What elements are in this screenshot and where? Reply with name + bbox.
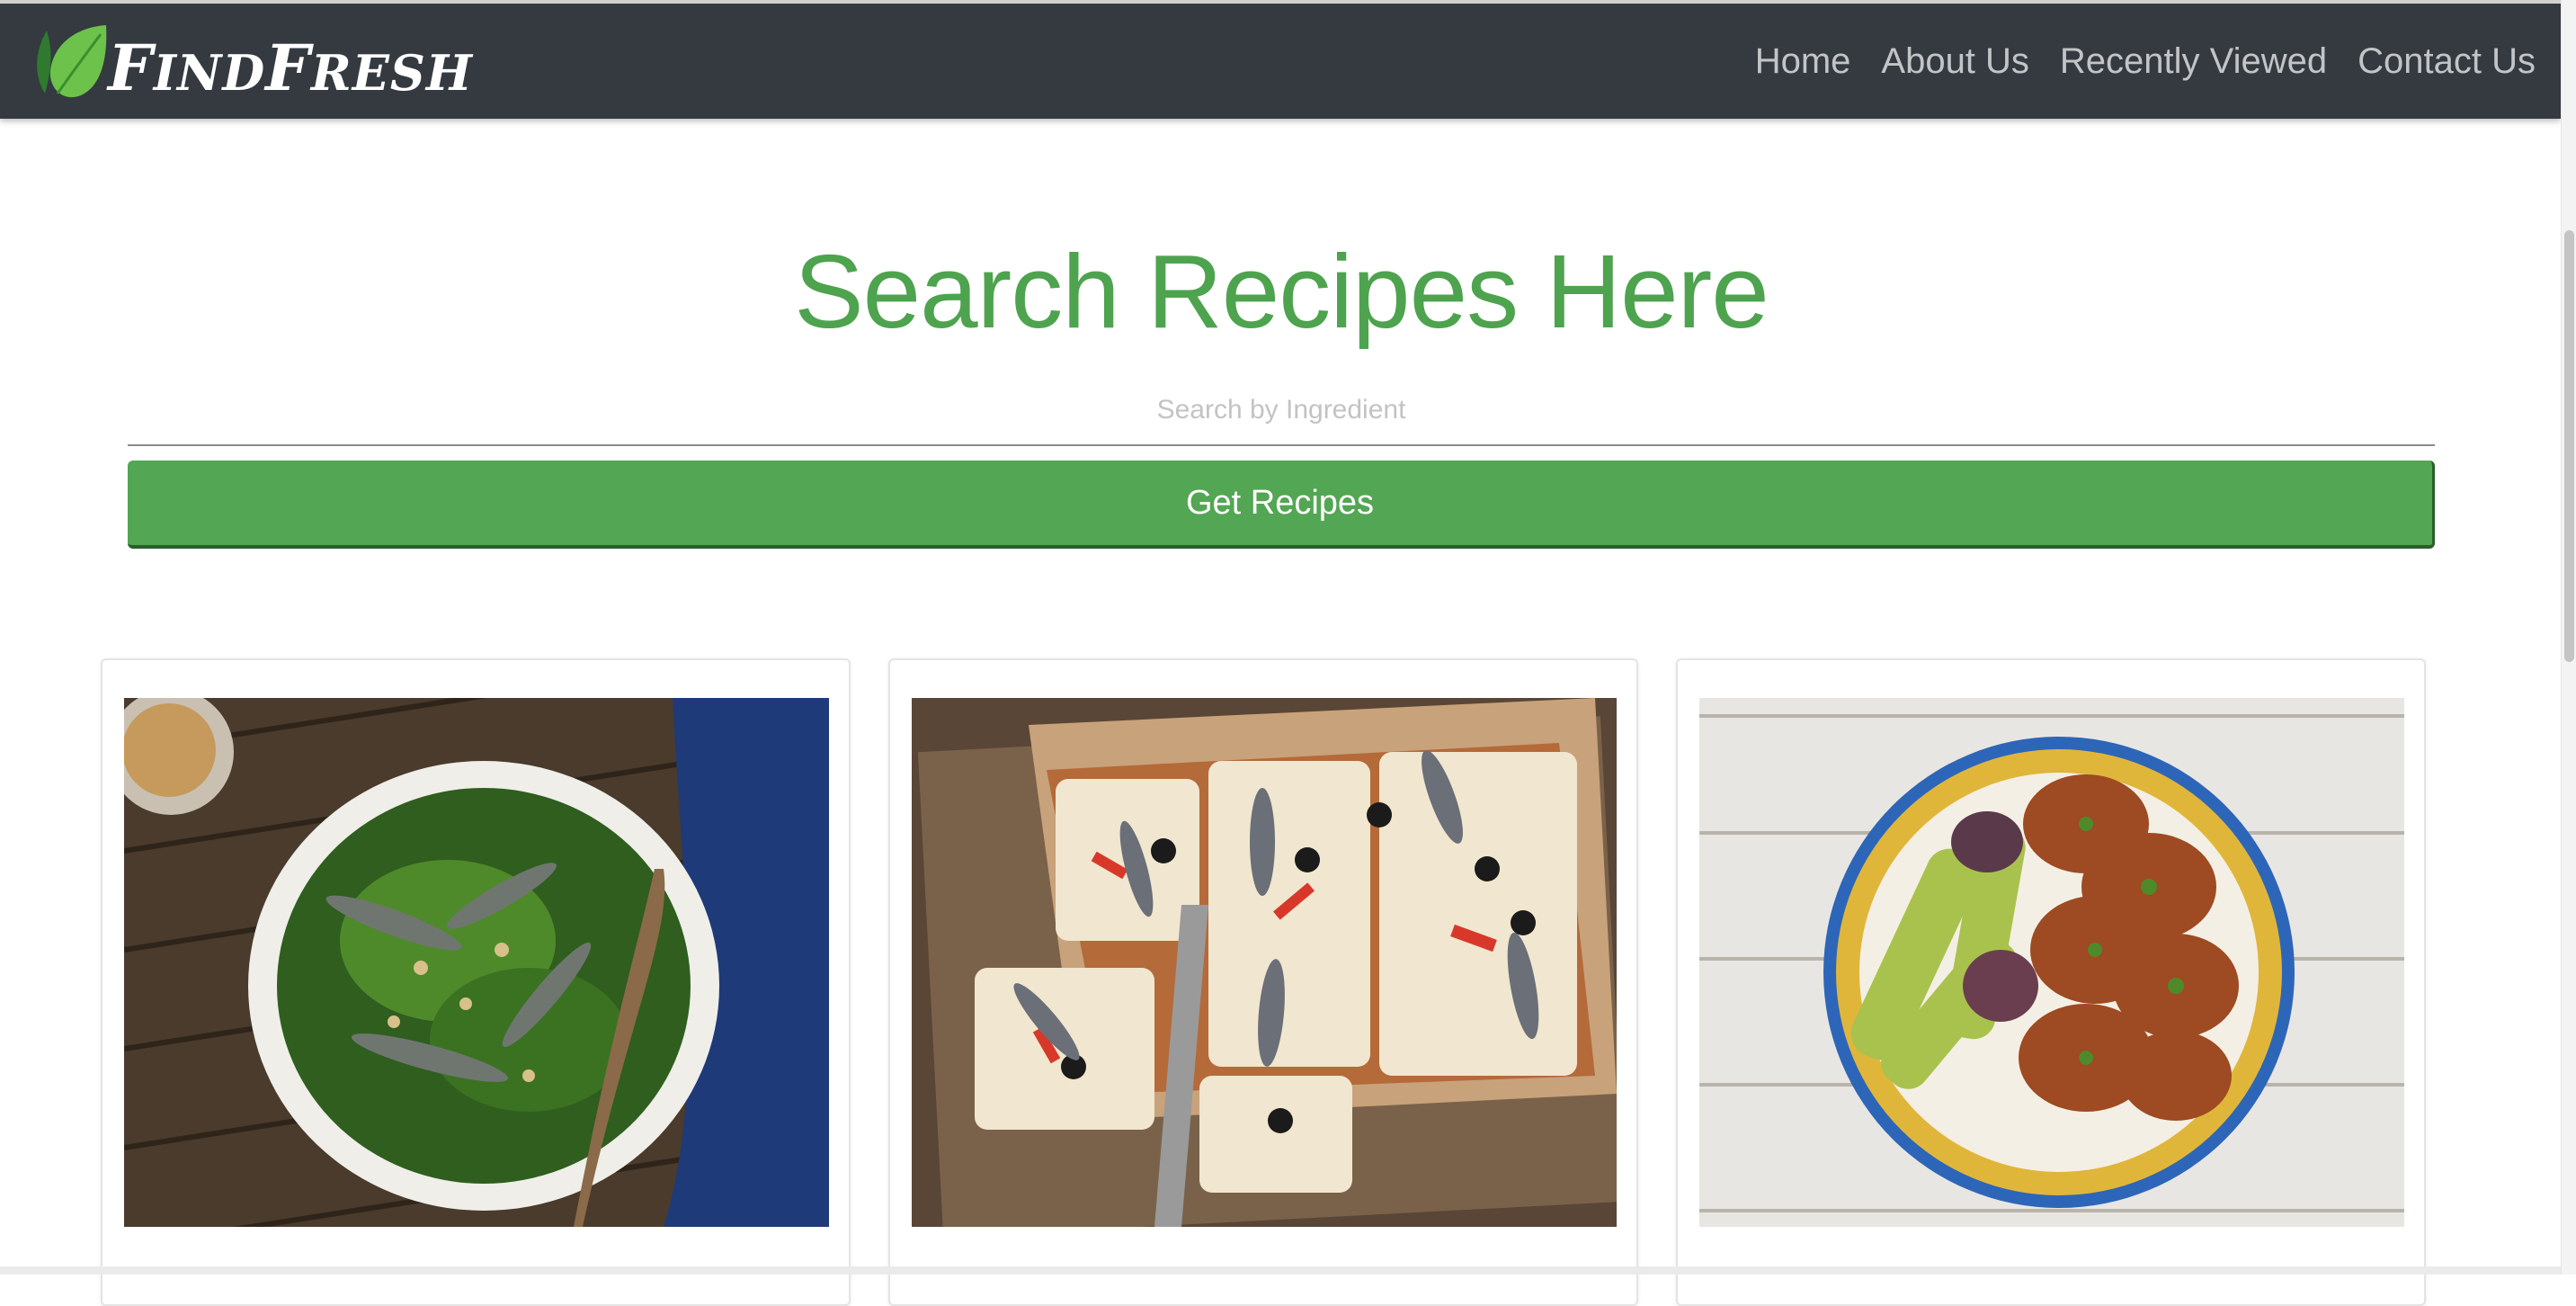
nav-link-about-us[interactable]: About Us — [1881, 41, 2029, 82]
leaf-icon — [37, 25, 107, 98]
sardine-pizza-image — [912, 698, 1617, 1227]
nav-link-recently-viewed[interactable]: Recently Viewed — [2060, 41, 2327, 82]
navbar: FINDFRESH Home About Us Recently Viewed … — [0, 0, 2561, 119]
recipe-card[interactable] — [101, 658, 851, 1306]
page-bottom-edge — [0, 1266, 2561, 1275]
recipe-card[interactable] — [888, 658, 1638, 1306]
ingredient-search-input[interactable] — [128, 376, 2435, 446]
brand-name: FINDFRESH — [108, 31, 473, 105]
nav-link-home[interactable]: Home — [1755, 41, 1851, 82]
recipe-card[interactable] — [1676, 658, 2426, 1306]
brand-logo[interactable]: FINDFRESH — [31, 16, 473, 110]
nav-links: Home About Us Recently Viewed Contact Us — [1725, 4, 2536, 119]
recipe-image[interactable] — [124, 698, 829, 1227]
grilled-chicken-image — [1699, 698, 2404, 1227]
recipe-image[interactable] — [912, 698, 1617, 1227]
page-title: Search Recipes Here — [794, 233, 1769, 350]
nav-link-contact-us[interactable]: Contact Us — [2358, 41, 2536, 82]
recipe-image[interactable] — [1699, 698, 2404, 1227]
page-scrollbar[interactable] — [2561, 0, 2576, 1275]
get-recipes-button[interactable]: Get Recipes — [128, 461, 2435, 549]
scrollbar-thumb[interactable] — [2564, 230, 2574, 662]
sardine-salad-image — [124, 698, 829, 1227]
